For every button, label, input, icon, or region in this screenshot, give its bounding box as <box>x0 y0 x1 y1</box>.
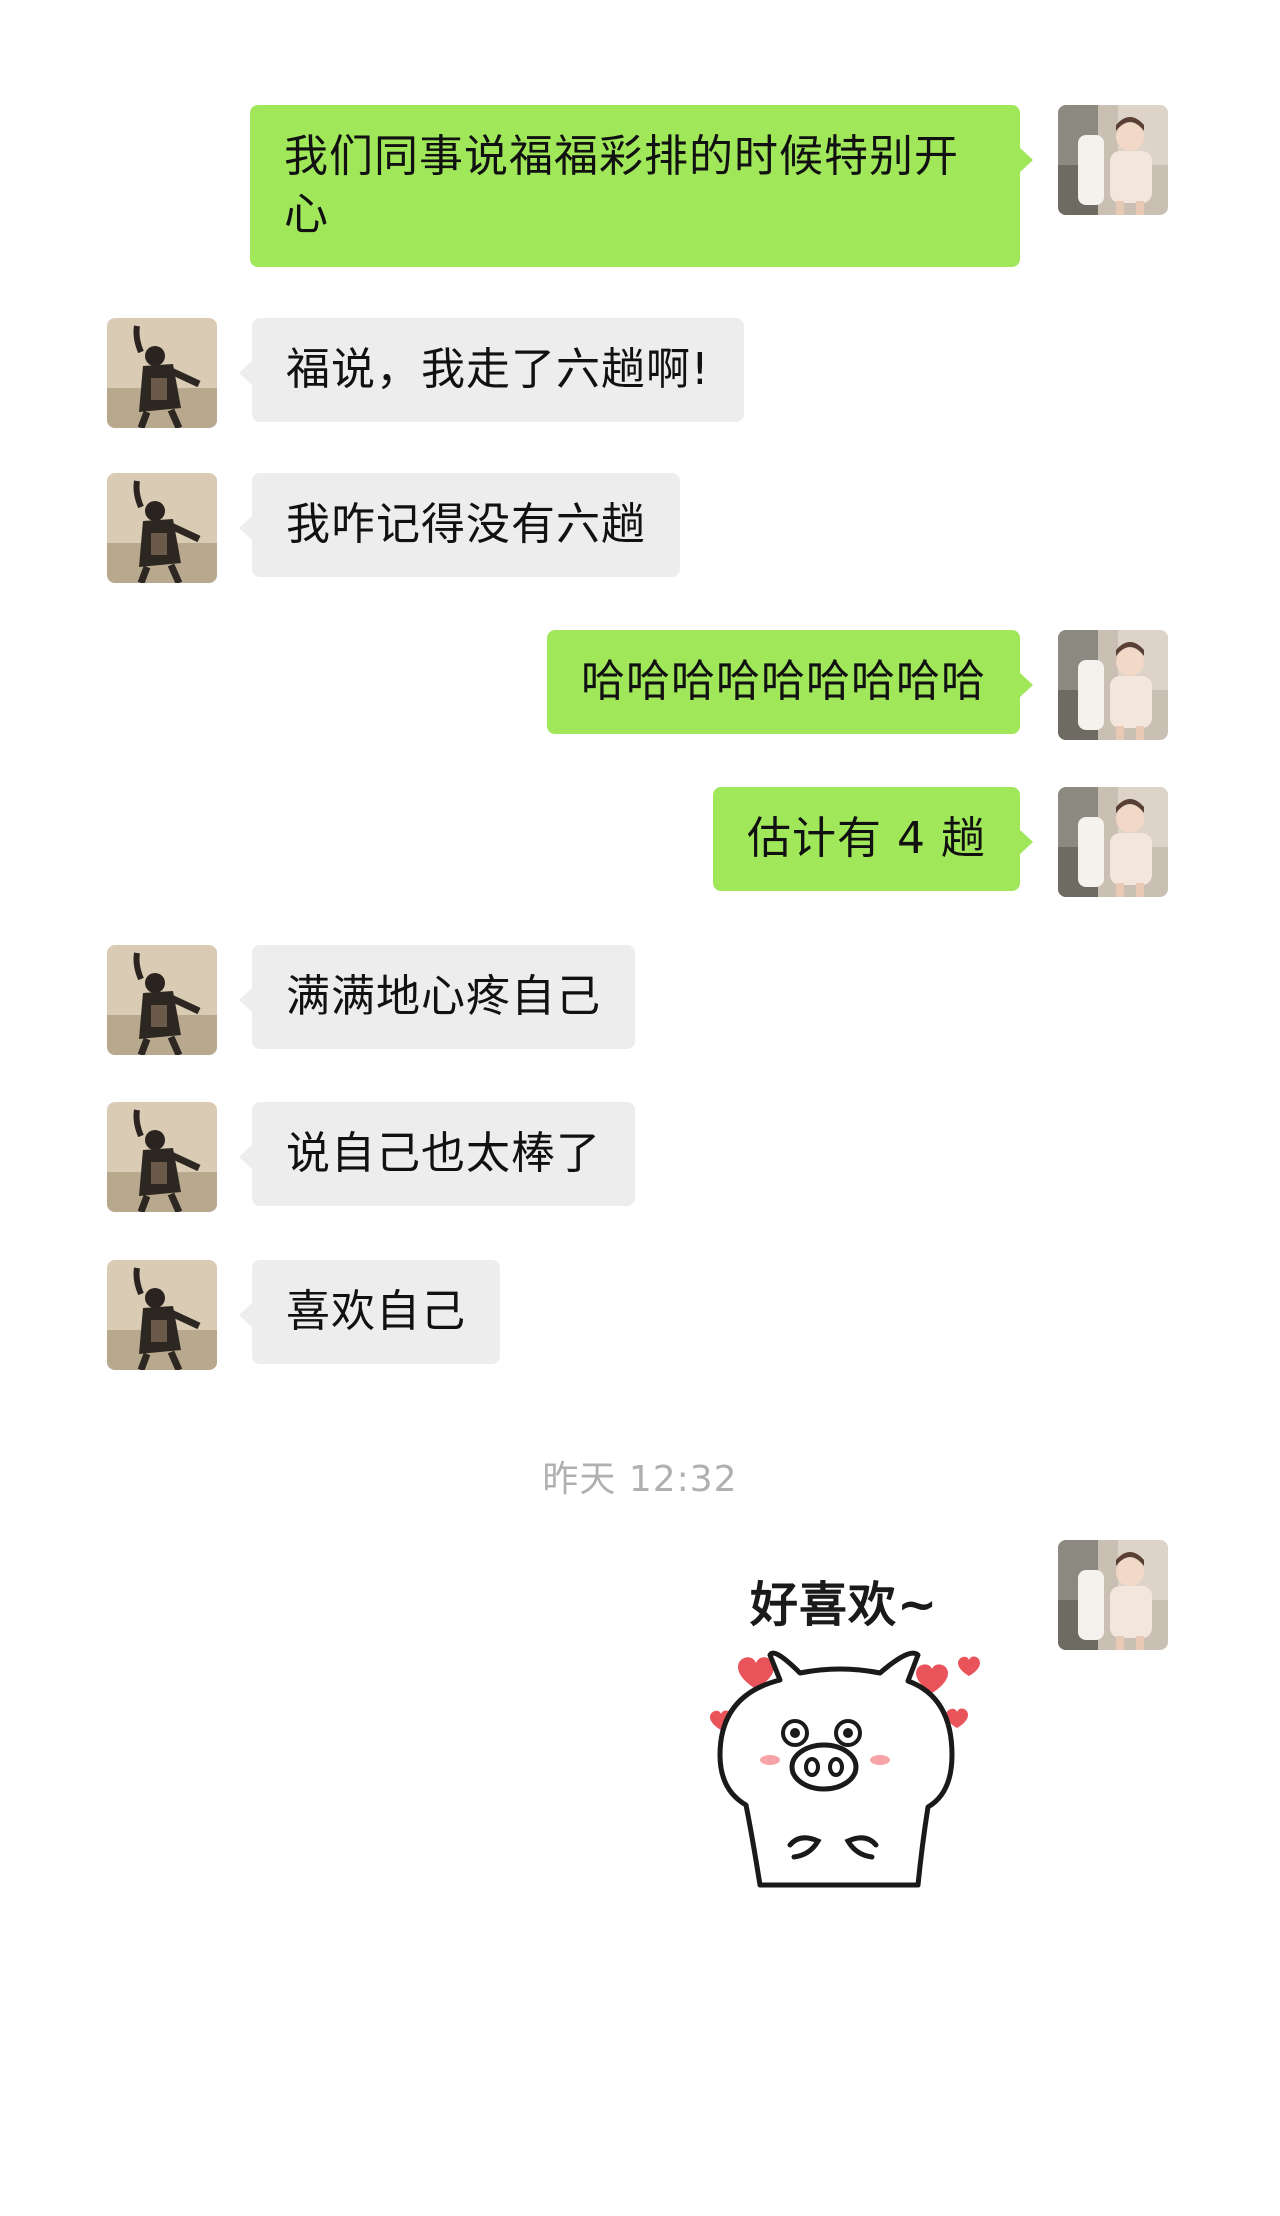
message-text: 我咋记得没有六趟 <box>286 499 646 550</box>
message-text: 喜欢自己 <box>286 1286 466 1337</box>
avatar-contact[interactable] <box>107 1260 217 1370</box>
pig-sticker[interactable]: 好喜欢~ <box>690 1555 1020 1925</box>
message-bubble-incoming[interactable]: 说自己也太棒了 <box>239 1102 635 1206</box>
avatar-child-icon <box>1058 787 1168 897</box>
message-bubble-incoming[interactable]: 福说，我走了六趟啊! <box>239 318 744 422</box>
avatar-self[interactable] <box>1058 1540 1168 1650</box>
message-bubble-outgoing[interactable]: 估计有 4 趟 <box>713 787 1033 891</box>
sticker-caption: 好喜欢~ <box>750 1577 939 1633</box>
avatar-self[interactable] <box>1058 105 1168 215</box>
avatar-contact[interactable] <box>107 1102 217 1212</box>
avatar-dancer-icon <box>107 1260 217 1370</box>
message-bubble-outgoing[interactable]: 我们同事说福福彩排的时候特别开心 <box>250 105 1033 267</box>
avatar-dancer-icon <box>107 945 217 1055</box>
avatar-child-icon <box>1058 105 1168 215</box>
message-bubble-incoming[interactable]: 喜欢自己 <box>239 1260 500 1364</box>
message-bubble-incoming[interactable]: 满满地心疼自己 <box>239 945 635 1049</box>
avatar-contact[interactable] <box>107 473 217 583</box>
avatar-self[interactable] <box>1058 787 1168 897</box>
chat-thread: 我们同事说福福彩排的时候特别开心 福说，我走了六趟啊! 我咋记得没有六趟 哈哈哈… <box>0 0 1280 2216</box>
message-text: 说自己也太棒了 <box>286 1128 601 1179</box>
message-bubble-incoming[interactable]: 我咋记得没有六趟 <box>239 473 680 577</box>
message-text: 估计有 4 趟 <box>747 813 986 864</box>
message-bubble-outgoing[interactable]: 哈哈哈哈哈哈哈哈哈 <box>547 630 1033 734</box>
avatar-dancer-icon <box>107 1102 217 1212</box>
message-text: 福说，我走了六趟啊! <box>286 344 710 395</box>
avatar-self[interactable] <box>1058 630 1168 740</box>
message-timestamp: 昨天 12:32 <box>542 1459 738 1500</box>
avatar-dancer-icon <box>107 473 217 583</box>
avatar-contact[interactable] <box>107 945 217 1055</box>
message-text: 满满地心疼自己 <box>286 971 601 1022</box>
avatar-contact[interactable] <box>107 318 217 428</box>
avatar-dancer-icon <box>107 318 217 428</box>
message-text: 我们同事说福福彩排的时候特别开心 <box>284 131 959 240</box>
message-text: 哈哈哈哈哈哈哈哈哈 <box>581 656 986 707</box>
avatar-child-icon <box>1058 1540 1168 1650</box>
avatar-child-icon <box>1058 630 1168 740</box>
